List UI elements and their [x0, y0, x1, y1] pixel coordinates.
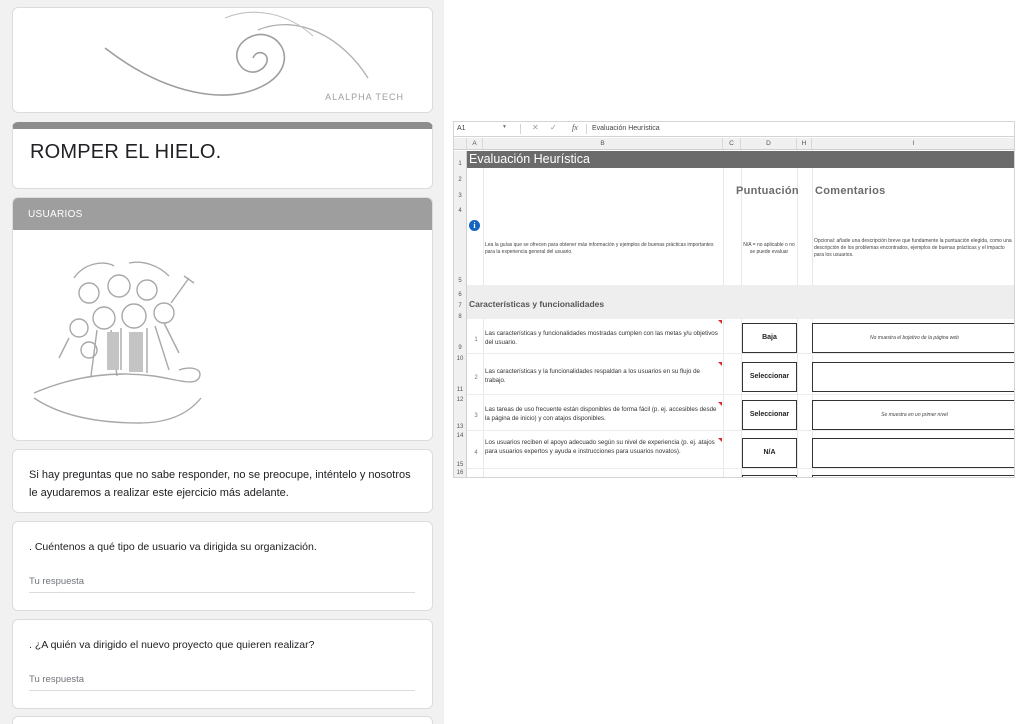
row-header[interactable]: 7: [454, 296, 467, 309]
criterion-number: 3: [474, 413, 478, 419]
criterion-number: 1: [474, 337, 478, 343]
column-header-c[interactable]: C: [723, 138, 741, 150]
next-question-card: [12, 716, 433, 724]
criterion-text[interactable]: Las características y funcionalidades mo…: [485, 329, 721, 347]
row-header[interactable]: 4: [454, 200, 467, 216]
row-header[interactable]: 15: [454, 438, 467, 468]
note-text: Si hay preguntas que no sabe responder, …: [29, 469, 411, 499]
section-header: USUARIOS: [13, 198, 432, 230]
formula-value[interactable]: Evaluación Heurística: [592, 124, 660, 134]
section-band: Características y funcionalidades: [467, 285, 1014, 319]
row-header[interactable]: 5: [454, 216, 467, 285]
divider: [586, 124, 587, 134]
formula-bar: A1 ▼ ✕ ✓ fx Evaluación Heurística: [454, 122, 1014, 137]
column-header-a[interactable]: A: [467, 138, 483, 150]
comment-flag-icon[interactable]: [718, 320, 722, 324]
info-icon: i: [469, 220, 480, 231]
question-text: . ¿A quién va dirigido el nuevo proyecto…: [29, 639, 315, 651]
criterion-number: 2: [474, 375, 478, 381]
comment-cell[interactable]: [812, 438, 1014, 468]
row-header[interactable]: 14: [454, 430, 467, 439]
column-header-i[interactable]: I: [812, 138, 1014, 150]
comments-header[interactable]: Comentarios: [815, 185, 886, 197]
column-header-d[interactable]: D: [741, 138, 797, 150]
comment-flag-icon[interactable]: [718, 362, 722, 366]
sheet-title[interactable]: Evaluación Heurística: [467, 151, 1014, 168]
row-header[interactable]: 2: [454, 168, 467, 184]
divider: [520, 124, 521, 134]
row-header[interactable]: 13: [454, 402, 467, 430]
row-header[interactable]: 11: [454, 361, 467, 394]
score-select[interactable]: N/A: [742, 438, 797, 468]
column-header-h[interactable]: H: [797, 138, 812, 150]
row-line: [467, 394, 1014, 395]
answer-input[interactable]: [29, 674, 415, 691]
score-select[interactable]: [742, 475, 797, 477]
section-title[interactable]: Características y funcionalidades: [469, 299, 604, 309]
row-line: [467, 430, 1014, 431]
row-header[interactable]: 9: [454, 319, 467, 353]
instruction-text[interactable]: Lea la guías que se ofrecen para obtener…: [485, 242, 721, 256]
form-title: ROMPER EL HIELO.: [30, 141, 222, 163]
select-all-corner[interactable]: [454, 138, 467, 150]
comment-cell[interactable]: No muestra el bojetivo de la página web: [812, 323, 1014, 353]
comment-cell[interactable]: [812, 362, 1014, 392]
criterion-number: 4: [474, 450, 478, 456]
comment-cell[interactable]: Se muestra en un primer nivel: [812, 400, 1014, 430]
comment-flag-icon[interactable]: [718, 438, 722, 442]
section-card: USUARIOS: [12, 197, 433, 441]
score-select[interactable]: Seleccionar: [742, 362, 797, 392]
na-instruction-text[interactable]: N/A = no aplicable o no se puede evaluar: [741, 242, 797, 256]
question-text: . Cuéntenos a qué tipo de usuario va dir…: [29, 541, 317, 553]
row-header[interactable]: 3: [454, 184, 467, 200]
logo-text: ALALPHA TECH: [325, 92, 404, 102]
form-title-card: ROMPER EL HIELO.: [12, 122, 433, 189]
answer-input[interactable]: [29, 576, 415, 593]
comment-cell[interactable]: [812, 475, 1014, 477]
criterion-text[interactable]: Las tareas de uso frecuente están dispon…: [485, 405, 721, 423]
question-card: . Cuéntenos a qué tipo de usuario va dir…: [12, 521, 433, 611]
row-header[interactable]: 6: [454, 285, 467, 298]
chevron-down-icon[interactable]: ▼: [502, 124, 507, 130]
form-panel: ALALPHA TECH ROMPER EL HIELO. USUARIOS S…: [0, 0, 444, 724]
row-header[interactable]: 16: [454, 468, 467, 477]
row-header[interactable]: 10: [454, 353, 467, 362]
score-header[interactable]: Puntuación: [736, 185, 799, 197]
comments-instruction-text[interactable]: Opcional: añade una descripción breve qu…: [814, 238, 1014, 259]
comment-flag-icon[interactable]: [718, 402, 722, 406]
criterion-text[interactable]: Los usuarios reciben el apoyo adecuado s…: [485, 438, 721, 456]
people-group-illustration: [33, 261, 202, 424]
function-icon[interactable]: fx: [572, 123, 578, 132]
row-line: [467, 353, 1014, 354]
score-select[interactable]: Seleccionar: [742, 400, 797, 430]
criterion-text[interactable]: Las características y la funcionalidades…: [485, 367, 721, 385]
row-header[interactable]: 8: [454, 307, 467, 320]
row-header[interactable]: 1: [454, 151, 467, 168]
note-card: Si hay preguntas que no sabe responder, …: [12, 449, 433, 513]
question-card: . ¿A quién va dirigido el nuevo proyecto…: [12, 619, 433, 709]
cancel-icon[interactable]: ✕: [532, 123, 539, 132]
row-header[interactable]: 12: [454, 394, 467, 403]
score-select[interactable]: Baja: [742, 323, 797, 353]
spreadsheet: A1 ▼ ✕ ✓ fx Evaluación Heurística A B C …: [453, 121, 1015, 478]
row-line: [467, 468, 1014, 469]
logo-card: ALALPHA TECH: [12, 7, 433, 113]
column-header-b[interactable]: B: [483, 138, 723, 150]
confirm-icon[interactable]: ✓: [550, 123, 557, 132]
